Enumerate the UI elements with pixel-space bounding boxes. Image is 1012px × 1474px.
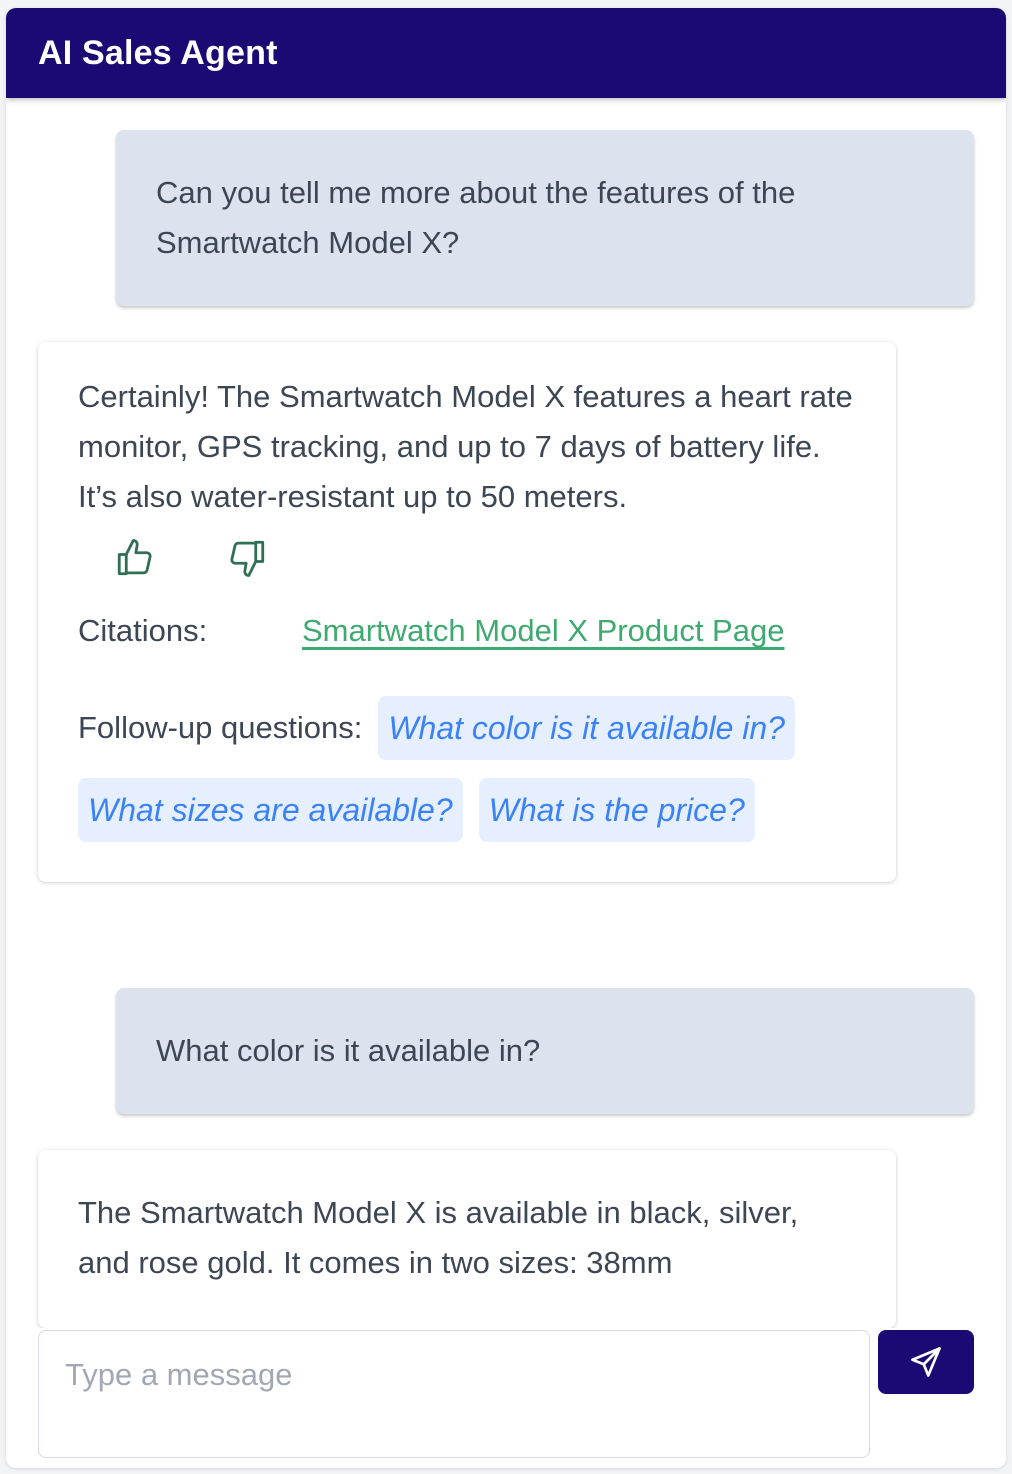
thumbs-up-icon[interactable] <box>114 537 156 579</box>
composer <box>6 1330 1006 1468</box>
app-title: AI Sales Agent <box>38 33 278 72</box>
followup-chip[interactable]: What color is it available in? <box>378 696 795 760</box>
assistant-message: Certainly! The Smartwatch Model X featur… <box>38 342 896 882</box>
message-text: The Smartwatch Model X is available in b… <box>78 1195 799 1280</box>
send-button[interactable] <box>878 1330 974 1394</box>
feedback-row <box>114 538 856 578</box>
assistant-message: The Smartwatch Model X is available in b… <box>38 1150 896 1328</box>
citation-link[interactable]: Smartwatch Model X Product Page <box>302 606 784 656</box>
followup-chip[interactable]: What sizes are available? <box>78 778 463 842</box>
message-input[interactable] <box>38 1330 870 1458</box>
thumbs-down-icon[interactable] <box>226 537 268 579</box>
citations-row: Citations: Smartwatch Model X Product Pa… <box>78 606 856 656</box>
message-text: What color is it available in? <box>156 1033 541 1068</box>
citations-label: Citations: <box>78 613 208 648</box>
app-header: AI Sales Agent <box>6 8 1006 98</box>
message-text: Certainly! The Smartwatch Model X featur… <box>78 379 853 514</box>
message-text: Can you tell me more about the features … <box>156 175 796 260</box>
message-list[interactable]: Can you tell me more about the features … <box>6 98 1006 1328</box>
followup-questions: Follow-up questions: What color is it av… <box>78 696 856 842</box>
send-icon <box>911 1347 941 1377</box>
user-message: What color is it available in? <box>116 988 974 1114</box>
followups-label: Follow-up questions: <box>78 710 363 745</box>
followup-chip[interactable]: What is the price? <box>478 778 755 842</box>
chat-window: AI Sales Agent Can you tell me more abou… <box>6 8 1006 1468</box>
user-message: Can you tell me more about the features … <box>116 130 974 306</box>
